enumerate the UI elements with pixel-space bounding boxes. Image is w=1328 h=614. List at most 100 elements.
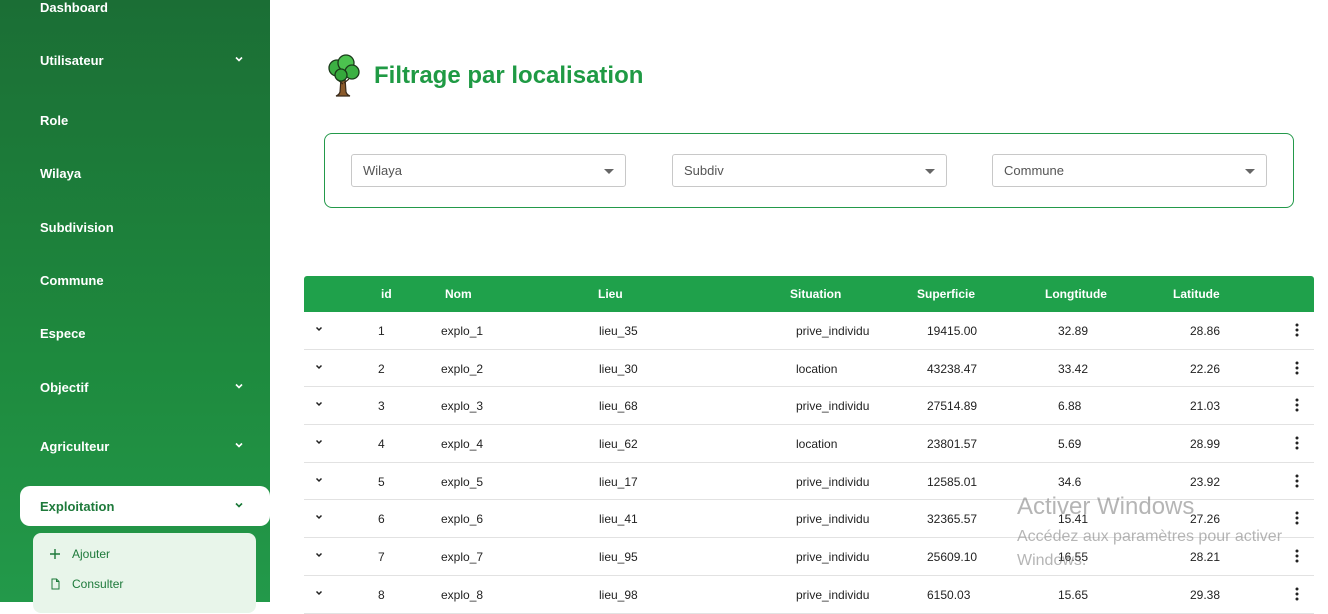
cell-superficie: 6150.03 [927,587,971,602]
tree-icon [328,54,360,97]
submenu-item-consulter[interactable]: Consulter [49,574,123,594]
table-row[interactable]: 6 explo_6 lieu_41 prive_individu 32365.57 15.… [304,500,1314,539]
more-options-icon[interactable] [1295,549,1299,563]
more-options-icon[interactable] [1295,436,1299,450]
cell-latitude: 23.92 [1190,474,1221,489]
cell-nom: explo_1 [441,324,484,338]
sidebar-item-objectif[interactable]: Objectif [0,367,270,407]
chevron-down-icon[interactable] [315,363,323,371]
chevron-down-icon [235,442,243,448]
chevron-down-icon [235,56,243,62]
table-row[interactable]: 5 explo_5 lieu_17 prive_individu 12585.01 34.… [304,463,1314,501]
commune-select[interactable]: Commune [992,154,1267,187]
cell-latitude: 29.38 [1190,587,1221,602]
cell-longtitude: 6.88 [1058,399,1082,414]
table-row[interactable]: 3 explo_3 lieu_68 prive_individu 27514.89 6.8… [304,387,1314,426]
cell-situation: prive_individu [796,474,870,489]
chevron-down-icon[interactable] [315,438,323,446]
cell-id: 8 [378,587,385,602]
cell-lieu: lieu_17 [599,474,638,489]
submenu-item-label: Consulter [72,577,124,591]
cell-nom: explo_2 [441,361,484,376]
sidebar-item-commune[interactable]: Commune [0,260,270,300]
cell-id: 3 [378,399,385,414]
subdiv-select-value: Subdiv [684,163,724,178]
subdiv-select[interactable]: Subdiv [672,154,947,187]
cell-superficie: 25609.10 [927,550,978,565]
chevron-down-icon[interactable] [315,551,323,559]
column-header-id[interactable]: id [381,287,392,301]
sidebar-item-utilisateur[interactable]: Utilisateur [0,40,270,80]
cell-lieu: lieu_35 [599,324,638,338]
chevron-down-icon[interactable] [315,325,323,333]
sidebar-item-wilaya[interactable]: Wilaya [0,153,270,193]
column-header-latitude[interactable]: Latitude [1173,287,1220,301]
sidebar-item-subdivision[interactable]: Subdivision [0,207,270,247]
cell-id: 6 [378,512,385,527]
sidebar-item-exploitation[interactable]: Exploitation [20,486,270,526]
cell-lieu: lieu_30 [599,361,638,376]
more-options-icon[interactable] [1295,361,1299,375]
more-options-icon[interactable] [1295,323,1299,337]
cell-nom: explo_5 [441,474,484,489]
table-row[interactable]: 4 explo_4 lieu_62 location 23801.57 5.69 28.99 [304,425,1314,463]
main-content: Filtrage par localisation Wilaya Subdiv … [270,0,1328,614]
cell-situation: prive_individu [796,587,870,602]
chevron-down-icon [235,383,243,389]
cell-lieu: lieu_62 [599,437,638,452]
caret-down-icon [925,169,935,174]
cell-situation: prive_individu [796,399,870,414]
more-options-icon[interactable] [1295,398,1299,412]
table-row[interactable]: 1 explo_1 lieu_35 prive_individu 19415.00 32.… [304,312,1314,350]
sidebar-item-role[interactable]: Role [0,100,270,140]
cell-superficie: 19415.00 [927,324,978,338]
submenu-item-ajouter[interactable]: Ajouter [49,544,110,564]
more-options-icon[interactable] [1295,587,1299,601]
column-header-nom[interactable]: Nom [445,287,472,301]
column-header-longtitude[interactable]: Longtitude [1045,287,1107,301]
chevron-down-icon[interactable] [315,513,323,521]
chevron-down-icon[interactable] [315,400,323,408]
column-header-situation[interactable]: Situation [790,287,841,301]
sidebar-item-agriculteur[interactable]: Agriculteur [0,426,270,466]
table-row[interactable]: 2 explo_2 lieu_30 location 43238.47 33.42 22.2… [304,350,1314,388]
column-header-lieu[interactable]: Lieu [598,287,623,301]
cell-id: 2 [378,361,385,376]
document-icon [49,578,61,590]
cell-id: 1 [378,324,385,338]
cell-situation: location [796,437,838,452]
more-options-icon[interactable] [1295,511,1299,525]
cell-lieu: lieu_98 [599,587,638,602]
table-row[interactable]: 7 explo_7 lieu_95 prive_individu 25609.10 16.… [304,538,1314,576]
sidebar-item-label: Objectif [40,379,89,395]
cell-latitude: 21.03 [1190,399,1221,414]
chevron-down-icon[interactable] [315,476,323,484]
wilaya-select-value: Wilaya [363,163,403,178]
table-row[interactable]: 8 explo_8 lieu_98 prive_individu 6150.03 15.6… [304,576,1314,614]
cell-longtitude: 16.55 [1058,550,1089,565]
sidebar-item-label: Subdivision [40,219,114,235]
column-header-superficie[interactable]: Superficie [917,287,975,301]
cell-latitude: 28.21 [1190,550,1221,565]
submenu-item-label: Ajouter [72,547,111,561]
cell-longtitude: 32.89 [1058,324,1089,338]
more-options-icon[interactable] [1295,474,1299,488]
cell-longtitude: 15.41 [1058,512,1089,527]
sidebar-item-label: Exploitation [40,498,115,514]
sidebar-item-espece[interactable]: Espece [0,313,270,353]
table-header: id Nom Lieu Situation Superficie Longtit… [304,276,1314,312]
cell-latitude: 27.26 [1190,512,1221,527]
exploitation-submenu: Ajouter Consulter [33,533,256,613]
sidebar-item-label: Wilaya [40,165,82,181]
caret-down-icon [604,169,614,174]
exploitation-table: id Nom Lieu Situation Superficie Longtit… [304,276,1314,614]
table-body: 1 explo_1 lieu_35 prive_individu 19415.00 32.… [304,312,1314,614]
sidebar-item-dashboard[interactable]: Dashboard [0,0,270,27]
chevron-down-icon [235,502,243,508]
chevron-down-icon[interactable] [315,589,323,597]
cell-nom: explo_6 [441,512,484,527]
cell-superficie: 12585.01 [927,474,978,489]
cell-latitude: 28.99 [1190,437,1221,452]
sidebar-item-label: Espece [40,325,86,341]
wilaya-select[interactable]: Wilaya [351,154,626,187]
